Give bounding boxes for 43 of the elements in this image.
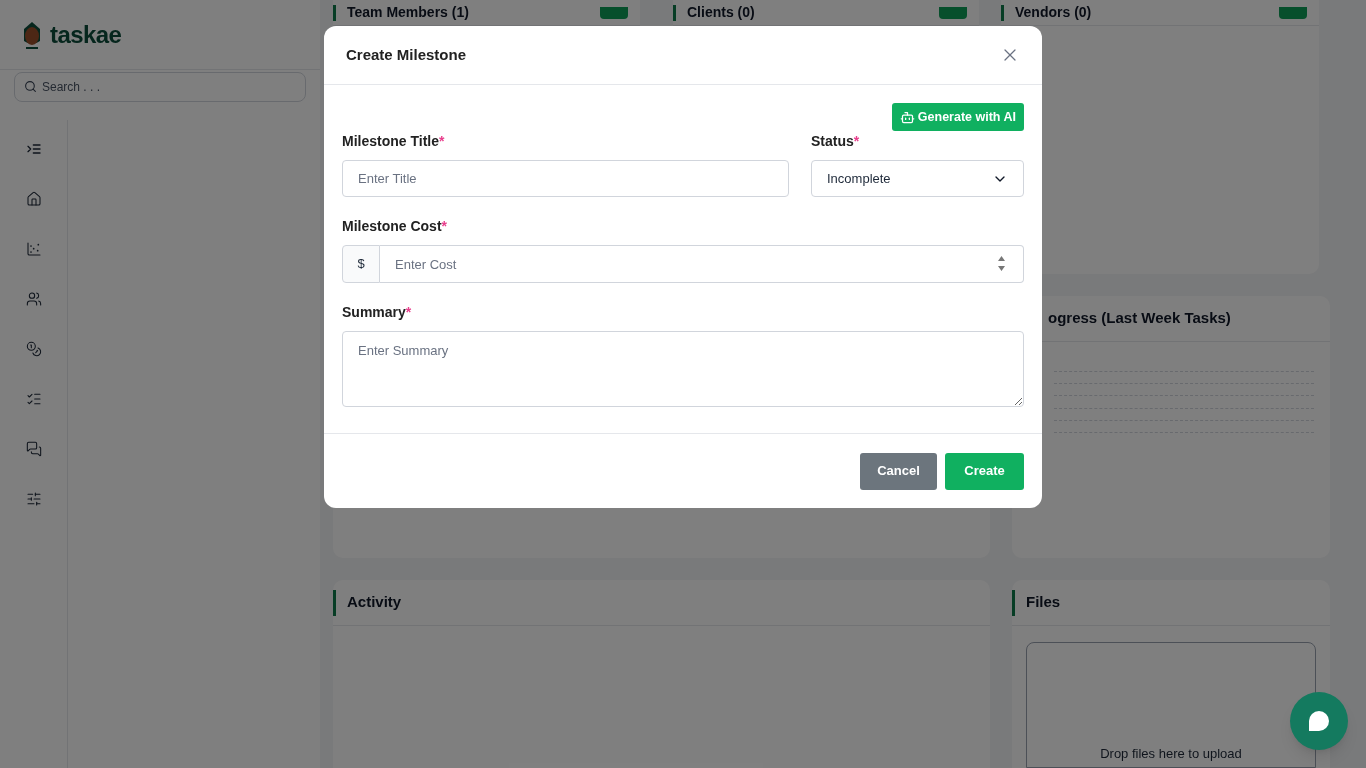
users-icon	[25, 291, 42, 307]
sliders-icon	[25, 491, 42, 507]
currency-prefix: $	[342, 245, 380, 283]
add-button[interactable]	[600, 6, 628, 19]
nav-button[interactable]	[24, 490, 43, 508]
chart-icon	[25, 241, 42, 257]
search-field[interactable]: Search . . .	[14, 72, 306, 102]
modal-title: Create Milestone	[346, 44, 467, 65]
field-label: Milestone Cost*	[342, 217, 448, 236]
card-title: Team Members (1)	[347, 3, 469, 22]
checklist-icon	[25, 391, 42, 407]
title-input[interactable]: Enter Title	[342, 160, 789, 197]
home-icon	[25, 191, 42, 207]
field-label: Summary*	[342, 303, 412, 322]
brand-logo[interactable]: taskae	[50, 16, 122, 53]
cancel-button[interactable]: Cancel	[860, 452, 937, 490]
robot-icon	[899, 109, 915, 125]
nav-button[interactable]	[24, 290, 43, 308]
cost-input[interactable]: Enter Cost	[380, 245, 1024, 283]
indent-icon	[25, 141, 42, 157]
card-title: ogress (Last Week Tasks)	[1048, 308, 1231, 329]
spinner-icon	[997, 255, 1006, 272]
create-button[interactable]: Create	[945, 452, 1024, 490]
field-label: Status*	[811, 132, 860, 151]
nav-button[interactable]	[24, 340, 43, 358]
status-select[interactable]: Incomplete	[811, 160, 1024, 197]
card-title: Files	[1026, 592, 1061, 613]
card-title: Clients (0)	[687, 3, 755, 22]
search-icon	[24, 80, 37, 93]
messages-icon	[25, 441, 42, 457]
nav-button[interactable]	[24, 440, 43, 458]
add-button[interactable]	[939, 6, 967, 19]
generate-ai-button[interactable]: Generate with AI	[891, 103, 1024, 131]
card-title: Activity	[347, 592, 402, 613]
nav-button[interactable]	[24, 190, 43, 208]
chat-button[interactable]	[1290, 692, 1348, 750]
chat-bubble-icon	[1308, 711, 1330, 731]
field-label: Milestone Title*	[342, 132, 445, 151]
coins-icon	[25, 341, 42, 357]
add-button[interactable]	[1279, 6, 1307, 19]
nav-button[interactable]	[24, 240, 43, 258]
summary-textarea[interactable]: Enter Summary	[342, 331, 1024, 407]
card-title: Vendors (0)	[1015, 3, 1092, 22]
